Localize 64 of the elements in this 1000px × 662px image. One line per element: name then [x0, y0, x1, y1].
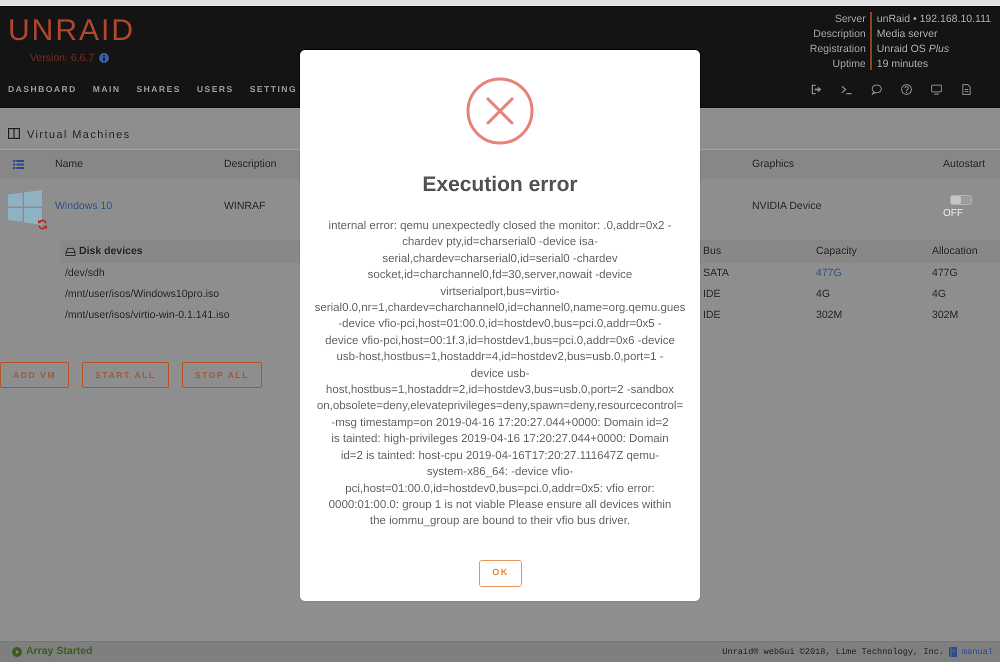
drive-icon [65, 247, 76, 256]
column-header: Description [224, 158, 277, 170]
ok-button[interactable]: OK [478, 560, 522, 587]
panel-icon [8, 128, 20, 139]
nav-tab[interactable]: DASHBOARD [8, 82, 77, 96]
info-value: Unraid OS Plus [876, 42, 950, 57]
capacity-link[interactable]: 477G [816, 266, 842, 279]
autostart-toggle[interactable] [950, 194, 972, 204]
logout-icon[interactable] [811, 84, 822, 94]
nav-tab[interactable]: SHARES [136, 82, 181, 96]
info-value: Media server [876, 27, 938, 42]
info-value: unRaid • 192.168.10.111 [876, 12, 991, 27]
info-icon[interactable] [99, 53, 110, 63]
column-header: Bus [703, 244, 722, 257]
info-label: Uptime [832, 57, 866, 72]
dialog-title: Execution error [422, 172, 578, 198]
table-cell: 302M [932, 308, 958, 321]
monitor-icon[interactable] [931, 84, 942, 94]
manual-link[interactable]: manual [962, 646, 993, 658]
help-icon[interactable] [901, 84, 912, 94]
table-cell: NVIDIA Device [752, 200, 822, 212]
subsection-title: Disk devices [79, 244, 143, 259]
action-button[interactable]: STOP ALL [182, 362, 262, 388]
error-message: internal error: qemu unexpectedly closed the monitor: .0,addr=0x2 - chardev pty,id=charserial0 -device isa- serial,chardev=charserial0,id=serial0 -chardev socket,id=charchannel0,fd=30,server,nowait -device virtserialport,bus=virtio- serial0.0,nr=1,chardev=charchannel0,id=channel0,name=org.qemu.gues -device vfio-pci,host=01:00.0,id=hostdev0,bus=pci.0,addr=0x5 - device vfio-pci,host=00:1f.3,id=hostdev1,bus=pci.0,addr=0x6 -device usb-host,hostbus=1,hostaddr=4,id=hostdev2,bus=usb.0,port=1 - device usb- host,hostbus=1,hostaddr=2,id=hostdev3,bus=usb.0,port=2 -sandbox on,obsolete=deny,elevateprivileges=deny,spawn=deny,resourcecontrol= -msg timestamp=on 2019-04-16 17:20:27.044+0000: Domain id=2 is tainted: high-privileges 2019-04-16 17:20:27.044+0000: Domain id=2 is tainted: host-cpu 2019-04-16T17:20:27.111647Z qemu- system-x86_64: -device vfio- pci,host=01:00.0,id=hostdev0,bus=pci.0,addr=0x5: vfio error: 0000:01:00.0: group 1 is not viable Please ensure all devices within the iommu_group are bound to their vfio bus driver. [314, 219, 686, 530]
info-label: Description [813, 27, 866, 42]
table-cell: 4G [932, 288, 946, 300]
document-icon[interactable] [961, 84, 972, 94]
nav-tab[interactable]: USERS [196, 82, 234, 96]
book-icon [949, 646, 958, 657]
table-cell: SATA [703, 266, 729, 279]
action-button[interactable]: ADD VM [0, 362, 70, 388]
refresh-icon [37, 218, 48, 230]
table-cell: /mnt/user/isos/Windows10pro.iso [65, 288, 220, 300]
section-title: Virtual Machines [27, 128, 131, 142]
table-cell: WINRAF [224, 200, 266, 212]
version-text: Version: 6.6.7 [30, 51, 94, 65]
info-value: 19 minutes [876, 57, 928, 72]
column-header: Autostart [943, 158, 986, 170]
table-cell: /dev/sdh [65, 266, 105, 279]
table-cell: 302M [816, 308, 842, 321]
copyright-text: Unraid® webGui ©2018, Lime Technology, Inc. [722, 646, 944, 658]
info-label: Registration [810, 42, 866, 57]
toggle-label: OFF [943, 208, 963, 220]
table-cell: IDE [703, 288, 721, 300]
terminal-icon[interactable] [841, 84, 852, 94]
column-header: Capacity [816, 244, 857, 257]
table-cell: IDE [703, 308, 721, 321]
table-cell: 477G [932, 266, 958, 279]
error-icon [466, 77, 534, 145]
chat-bubble-icon[interactable] [871, 84, 882, 94]
column-header: Name [55, 158, 84, 170]
table-cell: /mnt/user/isos/virtio-win-0.1.141.iso [65, 308, 230, 321]
windows-logo-icon [8, 188, 42, 226]
vm-name-link[interactable]: Windows 10 [55, 200, 112, 212]
array-status: Array Started [26, 644, 93, 660]
action-button[interactable]: START ALL [82, 362, 169, 388]
column-header: Allocation [932, 244, 978, 257]
logo: UNRAID [8, 15, 136, 47]
table-cell: 4G [816, 288, 830, 300]
info-label: Server [834, 12, 866, 27]
nav-tab[interactable]: MAIN [92, 82, 120, 96]
nav-tab[interactable]: SETTING [250, 82, 298, 96]
play-circle-icon [12, 647, 22, 657]
column-header: Graphics [752, 158, 794, 170]
